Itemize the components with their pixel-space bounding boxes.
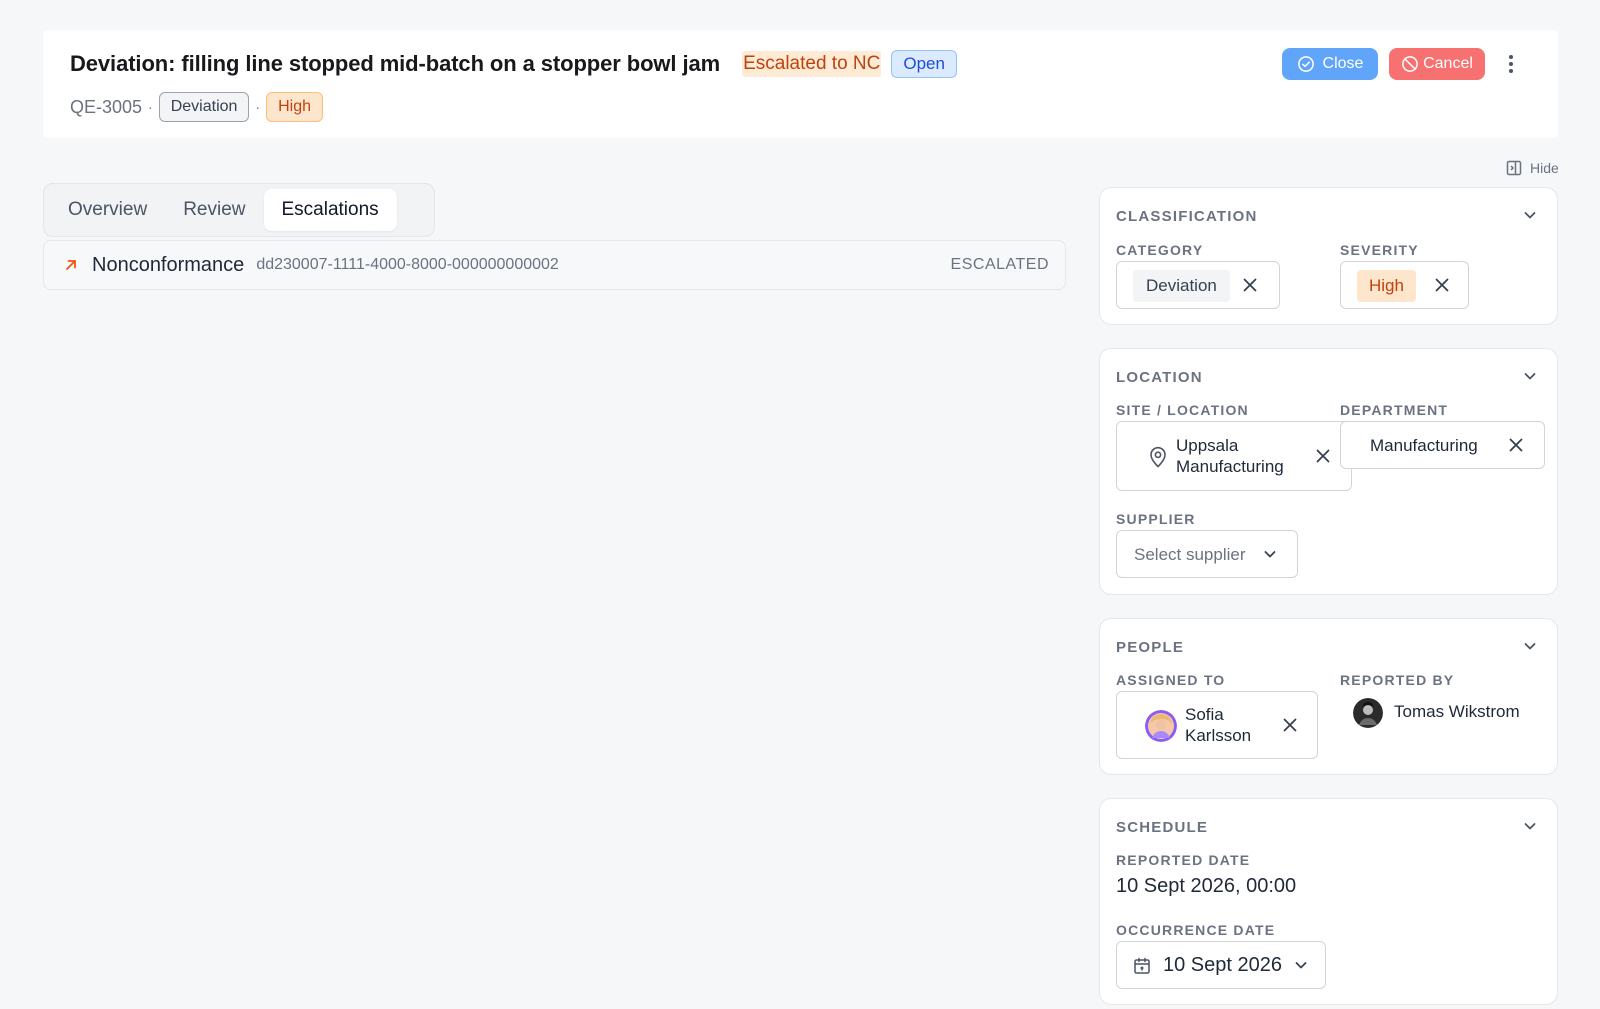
- tab-escalations[interactable]: Escalations: [263, 189, 397, 231]
- page-title: Deviation: filling line stopped mid-batc…: [70, 51, 721, 76]
- meta-separator: ·: [255, 99, 261, 115]
- cancel-button-label: Cancel: [1423, 55, 1473, 72]
- supplier-select[interactable]: Select supplier: [1116, 530, 1298, 578]
- x-icon[interactable]: [1314, 447, 1332, 465]
- occurrence-date-value: 10 Sept 2026: [1163, 954, 1282, 976]
- location-title: LOCATION: [1116, 369, 1203, 386]
- site-value-line1: Uppsala: [1176, 436, 1239, 455]
- site-label: SITE / LOCATION: [1116, 402, 1249, 418]
- record-tabs: Overview Review Escalations: [43, 183, 435, 237]
- check-circle-icon: [1297, 55, 1315, 73]
- close-button-label: Close: [1322, 55, 1364, 72]
- supplier-label: SUPPLIER: [1116, 511, 1196, 527]
- schedule-title: SCHEDULE: [1116, 819, 1209, 836]
- meta-separator: ·: [148, 99, 153, 115]
- hide-label: Hide: [1530, 160, 1559, 176]
- escalated-status-badge: Escalated to NC: [742, 51, 882, 77]
- supplier-placeholder: Select supplier: [1134, 545, 1246, 564]
- occurrence-date-label: OCCURRENCE DATE: [1116, 922, 1276, 938]
- category-chip: Deviation: [1133, 270, 1230, 302]
- panel-right-icon: [1506, 160, 1522, 176]
- assignee-last-name: Karlsson: [1185, 726, 1252, 745]
- open-status-badge: Open: [891, 50, 957, 78]
- category-select[interactable]: Deviation: [1116, 261, 1280, 309]
- severity-select[interactable]: High: [1340, 261, 1469, 309]
- escalation-id: dd230007-1111-4000-8000-000000000002: [256, 256, 559, 273]
- people-title: PEOPLE: [1116, 639, 1185, 656]
- chevron-down-icon[interactable]: [1521, 367, 1539, 385]
- chevron-down-icon: [1293, 957, 1309, 973]
- avatar: [1353, 698, 1383, 728]
- department-value: Manufacturing: [1370, 436, 1478, 455]
- avatar: [1145, 710, 1177, 742]
- department-label: DEPARTMENT: [1340, 402, 1449, 418]
- x-icon[interactable]: [1281, 716, 1299, 734]
- tab-review[interactable]: Review: [165, 189, 263, 231]
- category-label: CATEGORY: [1116, 242, 1204, 258]
- map-pin-icon: [1148, 446, 1168, 468]
- category-tag: Deviation: [158, 92, 250, 122]
- escalation-status: ESCALATED: [950, 256, 1049, 273]
- escalation-type: Nonconformance: [92, 253, 245, 276]
- people-card: PEOPLE ASSIGNED TO Sofia Karlsson REPORT…: [1099, 618, 1558, 775]
- title-row: Deviation: filling line stopped mid-batc…: [70, 50, 957, 78]
- reported-date-label: REPORTED DATE: [1116, 852, 1251, 868]
- calendar-icon: [1133, 957, 1151, 975]
- chevron-down-icon: [1262, 546, 1278, 562]
- record-header: Deviation: filling line stopped mid-batc…: [43, 30, 1558, 138]
- department-select[interactable]: Manufacturing: [1340, 421, 1545, 469]
- site-select[interactable]: Uppsala Manufacturing: [1116, 421, 1352, 491]
- more-options-button[interactable]: [1499, 50, 1523, 78]
- site-value-line2: Manufacturing: [1176, 457, 1284, 476]
- more-vertical-icon: [1508, 54, 1514, 74]
- escalation-row[interactable]: Nonconformance dd230007-1111-4000-8000-0…: [43, 240, 1066, 290]
- cancel-button[interactable]: Cancel: [1389, 48, 1485, 80]
- severity-tag: High: [266, 92, 323, 122]
- assigned-to-label: ASSIGNED TO: [1116, 672, 1226, 688]
- reporter-name: Tomas Wikstrom: [1394, 702, 1520, 721]
- chevron-down-icon[interactable]: [1521, 206, 1539, 224]
- chevron-down-icon[interactable]: [1521, 817, 1539, 835]
- chevron-down-icon[interactable]: [1521, 637, 1539, 655]
- assignee-name: Sofia Karlsson: [1185, 704, 1251, 746]
- reported-date-value: 10 Sept 2026, 00:00: [1116, 875, 1297, 897]
- record-meta: QE-3005 · Deviation · High: [70, 92, 323, 122]
- classification-card: CLASSIFICATION CATEGORY Deviation SEVERI…: [1099, 187, 1558, 325]
- arrow-up-right-icon: [64, 258, 78, 272]
- site-value: Uppsala Manufacturing: [1176, 435, 1284, 477]
- x-icon[interactable]: [1433, 276, 1451, 294]
- x-icon[interactable]: [1241, 276, 1259, 294]
- classification-title: CLASSIFICATION: [1116, 208, 1258, 225]
- schedule-card: SCHEDULE REPORTED DATE 10 Sept 2026, 00:…: [1099, 798, 1558, 1005]
- hide-panel-toggle[interactable]: Hide: [1506, 160, 1559, 176]
- x-icon[interactable]: [1507, 436, 1525, 454]
- occurrence-date-picker[interactable]: 10 Sept 2026: [1116, 941, 1326, 989]
- tab-overview[interactable]: Overview: [50, 189, 165, 231]
- severity-chip: High: [1357, 270, 1416, 302]
- assignee-select[interactable]: Sofia Karlsson: [1116, 691, 1318, 759]
- assignee-first-name: Sofia: [1185, 705, 1224, 724]
- location-card: LOCATION SITE / LOCATION Uppsala Manufac…: [1099, 348, 1558, 595]
- record-id: QE-3005: [70, 96, 143, 117]
- ban-icon: [1401, 55, 1419, 73]
- severity-label: SEVERITY: [1340, 242, 1419, 258]
- reported-by-label: REPORTED BY: [1340, 672, 1455, 688]
- close-button[interactable]: Close: [1282, 48, 1378, 80]
